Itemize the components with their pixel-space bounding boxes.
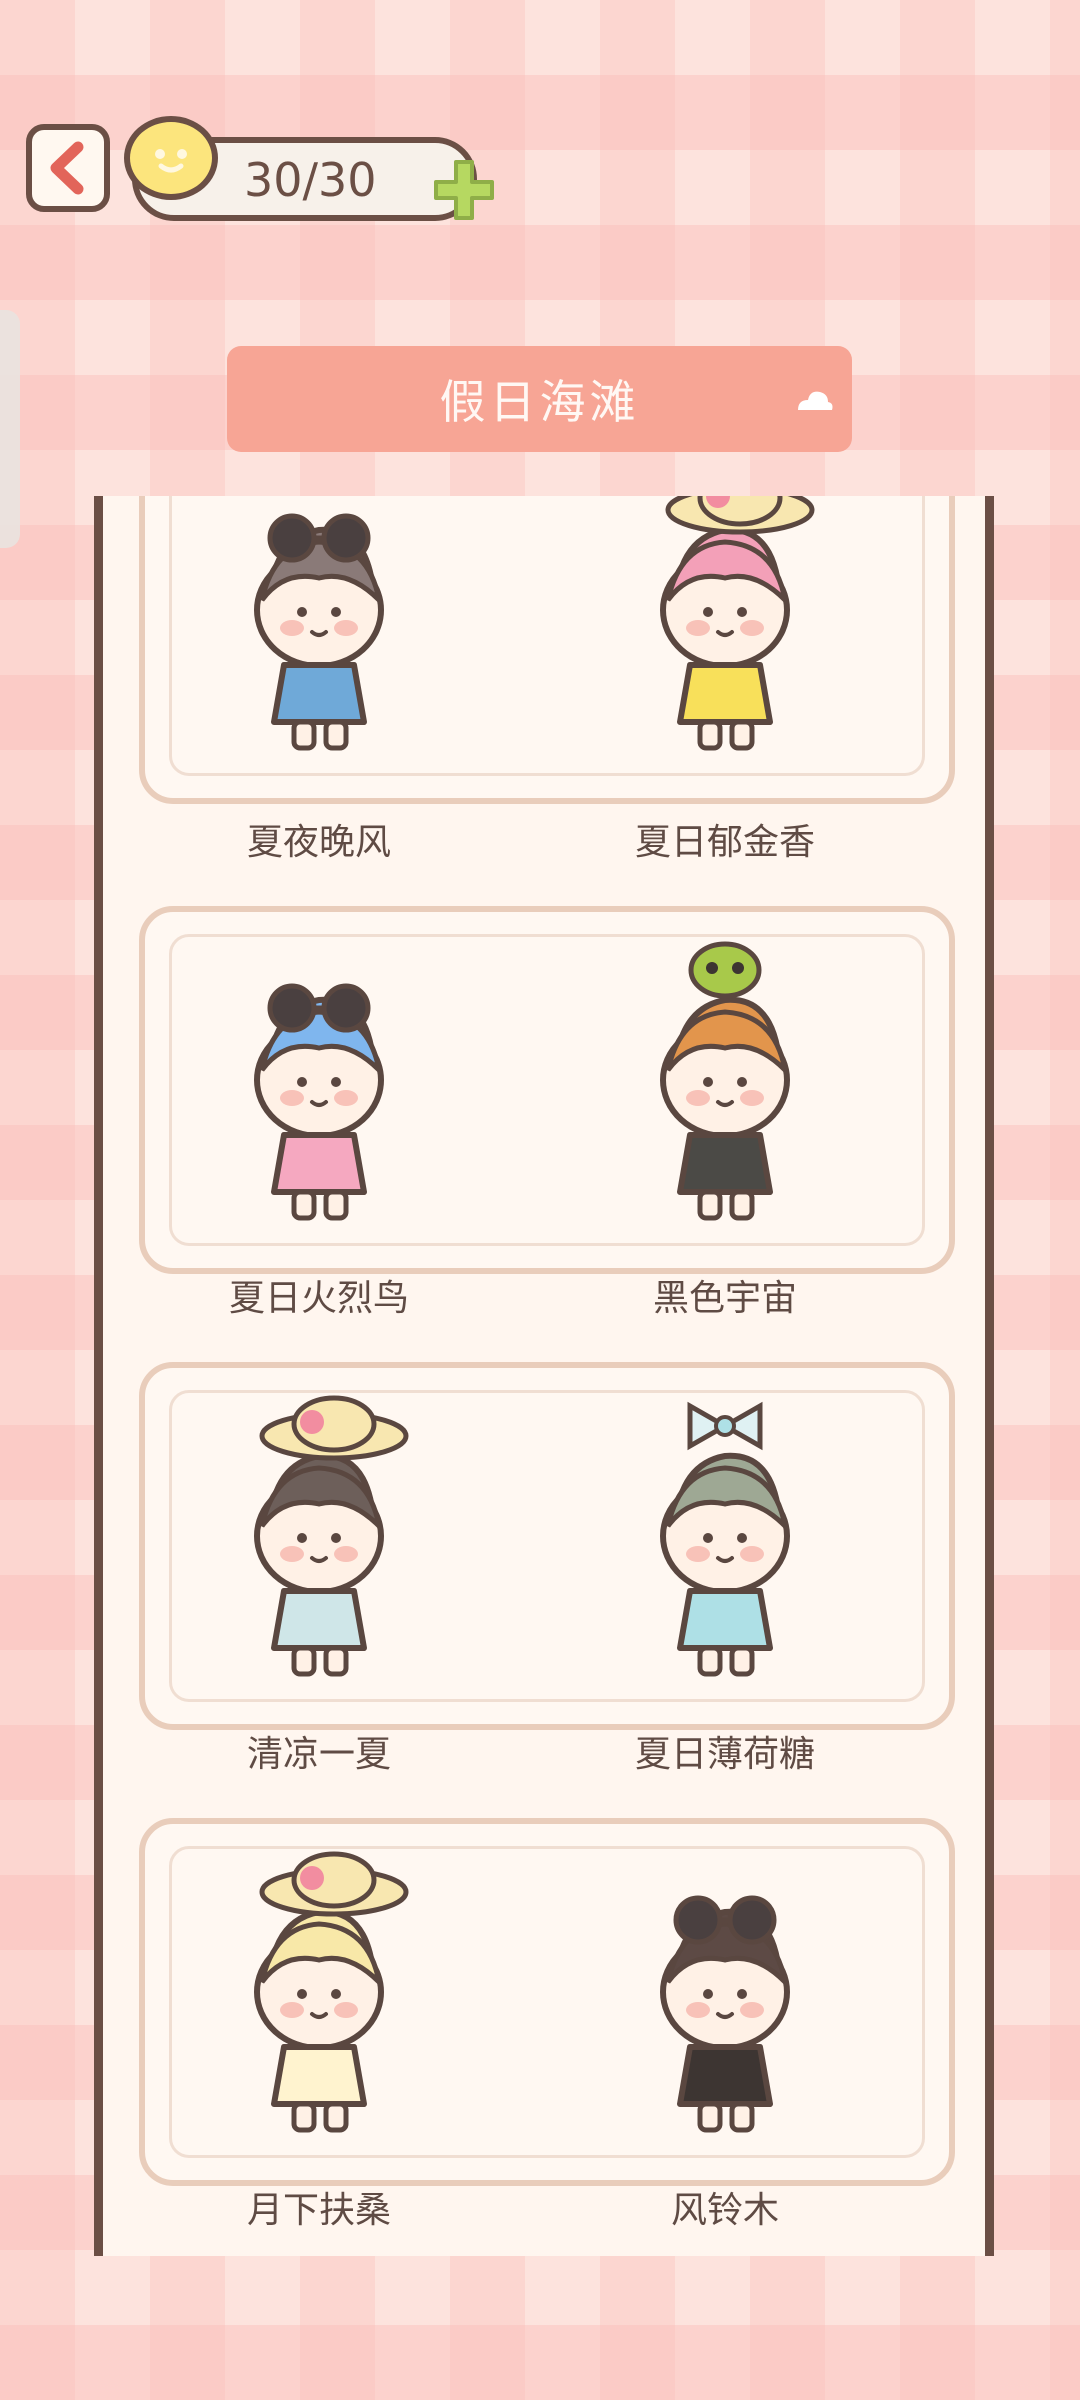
outfit-name-label: 黑色宇宙	[652, 1278, 797, 1319]
outfit-name-label: 夏夜晚风	[246, 822, 391, 863]
sun-hat-icon	[259, 1851, 409, 1917]
sun-hat-icon	[665, 496, 815, 535]
side-drawer-tab[interactable]	[0, 310, 20, 548]
outfit-name-label: 夏日火烈鸟	[228, 1278, 409, 1319]
add-stamina-button[interactable]	[430, 156, 498, 224]
plus-icon	[434, 160, 494, 220]
outfit-avatar[interactable]	[590, 930, 860, 1230]
outfit-name-label: 风铃木	[670, 2190, 779, 2231]
cloud-arrow-icon	[798, 391, 833, 410]
outfit-name-label: 夏日郁金香	[634, 822, 815, 863]
stamina-value: 30/30	[244, 153, 377, 207]
outfit-avatar[interactable]	[184, 496, 454, 760]
outfit-avatar[interactable]	[184, 1386, 454, 1686]
outfit-name-label: 清凉一夏	[246, 1734, 391, 1775]
outfit-avatar[interactable]	[590, 1842, 860, 2142]
category-dropdown-label: 假日海滩	[439, 375, 640, 429]
outfit-list-panel[interactable]: 夏夜晚风 夏日郁金香 夏日火烈鸟 黑色宇宙 清凉一夏 夏日薄荷糖 月下扶桑 风铃…	[94, 496, 994, 2256]
outfit-avatar[interactable]	[590, 1386, 860, 1686]
outfit-name-label: 月下扶桑	[246, 2190, 391, 2231]
outfit-avatar[interactable]	[184, 1842, 454, 2142]
alien-toy-icon	[688, 941, 762, 999]
outfit-avatar[interactable]	[590, 496, 860, 760]
back-button[interactable]	[26, 124, 110, 212]
smiley-coin-icon	[124, 116, 218, 200]
category-dropdown[interactable]: 假日海滩	[227, 346, 852, 452]
outfit-avatar[interactable]	[184, 930, 454, 1230]
chevron-left-icon	[50, 141, 84, 195]
sun-hat-icon	[259, 1395, 409, 1461]
bow-icon	[687, 1401, 763, 1451]
outfit-name-label: 夏日薄荷糖	[634, 1734, 815, 1775]
